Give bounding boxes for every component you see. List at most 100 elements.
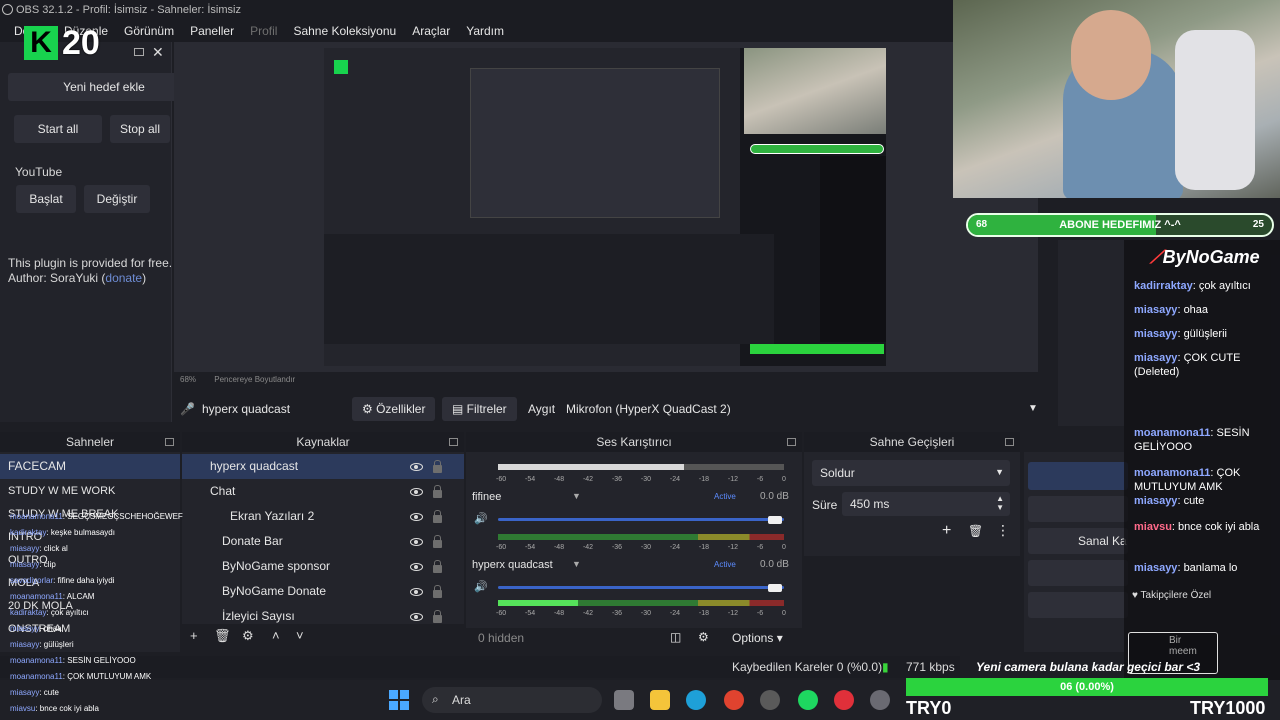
dock-float-icon[interactable] — [134, 48, 144, 56]
duration-stepper-icon[interactable]: ▲ ▼ — [996, 494, 1004, 512]
lock-icon[interactable] — [433, 485, 442, 498]
meter-scale-tick: -54 — [524, 476, 536, 483]
meter-scale-tick: -6 — [756, 610, 764, 617]
duration-label: Süre — [812, 498, 838, 512]
lock-icon[interactable] — [433, 585, 442, 598]
control-button[interactable] — [1028, 592, 1128, 618]
settings-icon[interactable] — [870, 690, 890, 710]
mixer-footer: 0 hidden ◫ ⚙ Options ▾ — [466, 628, 802, 650]
speaker-icon[interactable]: 🔊 — [474, 512, 488, 525]
left-chat-username: savodiyorlar — [10, 576, 54, 585]
remove-source-icon[interactable]: 🗑 — [214, 628, 231, 644]
volume-slider[interactable] — [498, 518, 784, 521]
menu-tools[interactable]: Araçlar — [404, 24, 458, 38]
menu-view[interactable]: Görünüm — [116, 24, 182, 38]
webcam-chair — [1175, 30, 1255, 190]
start-icon[interactable] — [389, 690, 409, 710]
control-button[interactable] — [1028, 560, 1128, 586]
zoom-level[interactable]: 68% — [180, 375, 196, 384]
lock-icon[interactable] — [433, 560, 442, 573]
move-down-icon[interactable]: ˅ — [296, 628, 304, 643]
duration-input[interactable]: 450 ms ▲ ▼ — [842, 492, 1010, 516]
visibility-eye-icon[interactable] — [410, 588, 423, 596]
left-chat-message: miasayy: ohaa — [10, 624, 62, 634]
hidden-count[interactable]: 0 hidden — [478, 631, 524, 645]
lock-icon[interactable] — [433, 460, 442, 473]
dock-close-icon[interactable]: ✕ — [152, 44, 164, 61]
folder-icon[interactable] — [650, 690, 670, 710]
edge-icon[interactable] — [686, 690, 706, 710]
youtube-change-button[interactable]: Değiştir — [84, 185, 150, 213]
chat-username: miasayy — [1134, 328, 1178, 340]
mixer-settings-icon[interactable]: ⚙ — [698, 630, 709, 644]
app-icon[interactable] — [760, 690, 780, 710]
studio-dock-bg — [1058, 240, 1124, 426]
control-button[interactable] — [1028, 496, 1128, 522]
k20-logo: K 20 — [20, 24, 116, 64]
meter-scale-tick: -42 — [582, 476, 594, 483]
device-label: Aygıt — [528, 402, 556, 416]
lock-icon[interactable] — [433, 610, 442, 623]
preview-area[interactable] — [174, 42, 1038, 372]
mixer-options-button[interactable]: Options ▾ — [732, 631, 783, 645]
transition-select[interactable]: Soldur ▼ — [812, 460, 1010, 486]
chat-username: kadirraktay — [1134, 280, 1193, 292]
meter-scale-tick: 0 — [781, 544, 786, 551]
left-chat-text: ÇOK MUTLUYUM AMK — [67, 672, 152, 681]
channel-dropdown-icon[interactable]: ▼ — [572, 559, 581, 569]
taskbar-search[interactable]: ⌕ Ara — [422, 687, 602, 713]
scenes-float-icon[interactable] — [165, 438, 174, 446]
volume-slider[interactable] — [498, 586, 784, 589]
chat-message: miasayy: gülüşlerii — [1134, 327, 1274, 341]
menu-profile[interactable]: Profil — [242, 24, 285, 38]
transitions-float-icon[interactable] — [1005, 438, 1014, 446]
new-goal-button[interactable]: Yeni hedef ekle — [8, 73, 200, 101]
donate-link[interactable]: donate — [105, 271, 142, 285]
channel-dropdown-icon[interactable]: ▼ — [572, 491, 581, 501]
youtube-start-button[interactable]: Başlat — [16, 185, 76, 213]
start-all-button[interactable]: Start all — [14, 115, 102, 143]
mixer-float-icon[interactable] — [787, 438, 796, 446]
visibility-eye-icon[interactable] — [410, 538, 423, 546]
lock-icon[interactable] — [433, 510, 442, 523]
source-settings-icon[interactable]: ⚙ — [242, 628, 254, 644]
menu-docks[interactable]: Paneller — [182, 24, 242, 38]
layout-toggle-icon[interactable]: ◫ — [670, 630, 681, 644]
sources-float-icon[interactable] — [449, 438, 458, 446]
app-icon[interactable] — [834, 690, 854, 710]
lock-icon[interactable] — [433, 535, 442, 548]
volume-slider-knob[interactable] — [768, 516, 782, 524]
scene-item[interactable]: FACECAM — [0, 454, 180, 479]
remove-transition-icon[interactable]: 🗑 — [968, 524, 983, 538]
visibility-eye-icon[interactable] — [410, 513, 423, 521]
menu-help[interactable]: Yardım — [458, 24, 512, 38]
file-explorer-icon[interactable] — [614, 690, 634, 710]
chrome-icon[interactable] — [724, 690, 744, 710]
fit-to-window[interactable]: Pencereye Boyutlandır — [214, 375, 295, 384]
studio-mode-button[interactable] — [1028, 462, 1128, 490]
spotify-icon[interactable] — [798, 690, 818, 710]
device-select[interactable]: Mikrofon (HyperX QuadCast 2) — [566, 394, 731, 424]
device-dropdown-icon[interactable]: ▼ — [1028, 394, 1038, 424]
speaker-icon[interactable]: 🔊 — [474, 580, 488, 593]
add-transition-icon[interactable]: + — [942, 522, 951, 540]
preview-mini-goal — [750, 144, 884, 154]
visibility-eye-icon[interactable] — [410, 613, 423, 621]
volume-meter-fill — [498, 464, 684, 470]
stop-all-button[interactable]: Stop all — [110, 115, 170, 143]
move-up-icon[interactable]: ˄ — [272, 628, 280, 643]
volume-slider-knob[interactable] — [768, 584, 782, 592]
visibility-eye-icon[interactable] — [410, 563, 423, 571]
bynogame-icon: ⟋ — [1150, 247, 1163, 267]
menu-scene-collection[interactable]: Sahne Koleksiyonu — [285, 24, 404, 38]
subscriber-goal-bar: ABONE HEDEFIMIZ ^-^ 68 25 — [966, 213, 1274, 237]
chat-username: miasayy — [1134, 495, 1178, 507]
left-chat-text: cute — [43, 688, 59, 697]
visibility-eye-icon[interactable] — [410, 488, 423, 496]
filters-button[interactable]: ▤ Filtreler — [442, 397, 517, 421]
transition-menu-icon[interactable]: ⋮ — [996, 522, 1010, 539]
program-preview[interactable] — [324, 48, 886, 366]
virtual-camera-button[interactable]: Sanal Ka — [1028, 528, 1128, 554]
visibility-eye-icon[interactable] — [410, 463, 423, 471]
properties-button[interactable]: ⚙ Özellikler — [352, 397, 436, 421]
